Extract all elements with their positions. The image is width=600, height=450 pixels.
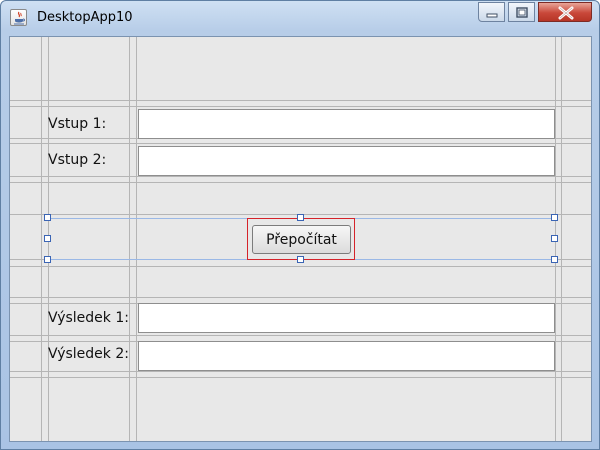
guide-line: [136, 37, 137, 441]
resize-handle-se[interactable]: [551, 256, 558, 263]
form-panel: Vstup 1: Vstup 2: Přepočítat Výsledek 1:…: [9, 36, 592, 442]
app-window: DesktopApp10 Vstup 1: Vstup 2: Přepočíta…: [0, 0, 600, 450]
close-button[interactable]: [538, 2, 592, 22]
close-icon: [558, 6, 574, 20]
recalculate-button[interactable]: Přepočítat: [252, 225, 351, 254]
minimize-icon: [486, 13, 498, 18]
guide-line: [10, 266, 591, 267]
window-title: DesktopApp10: [37, 10, 133, 25]
resize-handle-w[interactable]: [44, 235, 51, 242]
guide-line: [10, 176, 591, 177]
guide-line: [41, 37, 42, 441]
result-1-label: Výsledek 1:: [48, 310, 129, 326]
resize-handle-e[interactable]: [551, 235, 558, 242]
guide-line: [10, 143, 591, 144]
result-1-field[interactable]: [138, 303, 555, 333]
guide-line: [10, 377, 591, 378]
resize-handle-s[interactable]: [297, 256, 304, 263]
minimize-button[interactable]: [478, 2, 505, 22]
resize-handle-n[interactable]: [297, 214, 304, 221]
input-1-label: Vstup 1:: [48, 116, 107, 132]
resize-handle-ne[interactable]: [551, 214, 558, 221]
maximize-button[interactable]: [508, 2, 535, 22]
result-2-label: Výsledek 2:: [48, 346, 129, 362]
java-cup-icon[interactable]: [10, 9, 27, 26]
guide-line: [10, 335, 591, 336]
maximize-icon: [516, 7, 528, 18]
guide-line: [129, 37, 130, 441]
guide-line: [10, 371, 591, 372]
resize-handle-sw[interactable]: [44, 256, 51, 263]
input-2-label: Vstup 2:: [48, 152, 107, 168]
guide-line: [10, 297, 591, 298]
guide-line: [10, 100, 591, 101]
result-2-field[interactable]: [138, 341, 555, 371]
guide-line: [561, 37, 562, 441]
input-2-field[interactable]: [138, 146, 555, 176]
guide-line: [10, 182, 591, 183]
resize-handle-nw[interactable]: [44, 214, 51, 221]
title-bar[interactable]: DesktopApp10: [1, 1, 599, 35]
input-1-field[interactable]: [138, 109, 555, 139]
guide-line: [10, 106, 591, 107]
